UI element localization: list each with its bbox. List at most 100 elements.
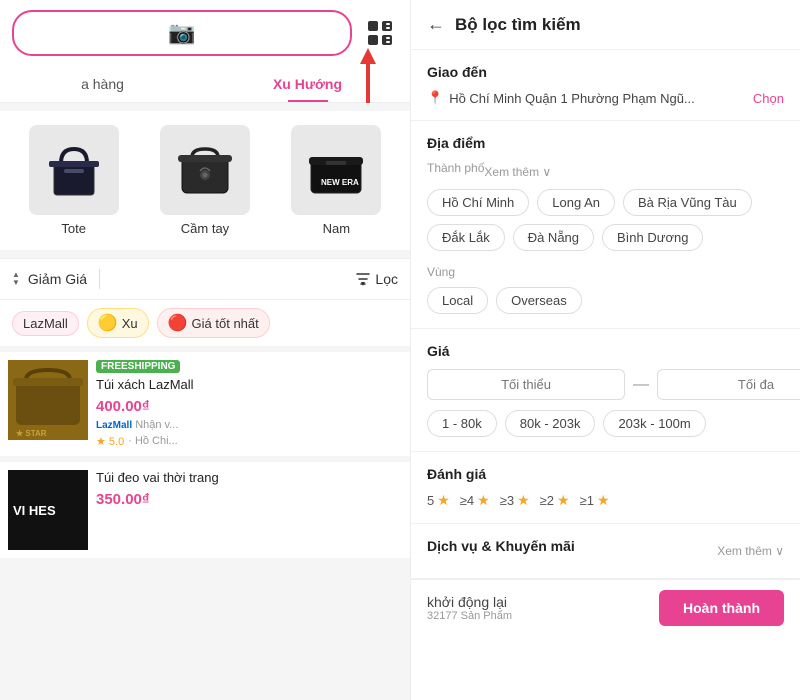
- reset-button[interactable]: khởi động lại: [427, 594, 507, 610]
- chip-overseas[interactable]: Overseas: [496, 287, 582, 314]
- back-arrow-icon[interactable]: ←: [427, 14, 445, 35]
- price-range-row: —: [427, 369, 784, 400]
- search-bar: 📷: [0, 0, 410, 66]
- tag-lazmall[interactable]: LazMall: [12, 311, 79, 336]
- xu-label: Xu: [122, 316, 138, 331]
- tab-trending[interactable]: Xu Hướng: [205, 66, 410, 102]
- product-meta-1: LazMall Nhận v...: [96, 419, 402, 431]
- product-item-1[interactable]: ★ STAR FREESHIPPING Túi xách LazMall 400…: [0, 352, 410, 456]
- product-thumbnail-2: VI HES: [8, 470, 88, 550]
- chip-hcm[interactable]: Hồ Chí Minh: [427, 189, 529, 216]
- xu-icon: 🟡: [98, 313, 118, 333]
- product-info-2: Túi đeo vai thời trang 350.00₫: [96, 470, 402, 550]
- star-4-icon: ★: [477, 492, 490, 509]
- price-icon: 🔴: [168, 313, 188, 333]
- tote-image: [29, 125, 119, 215]
- chip-brvt[interactable]: Bà Rịa Vũng Tàu: [623, 189, 752, 216]
- chip-local[interactable]: Local: [427, 287, 488, 314]
- rating-row: 5 ★ ≥4 ★ ≥3 ★ ≥2 ★ ≥1 ★: [427, 492, 784, 509]
- search-input-box[interactable]: 📷: [12, 10, 352, 56]
- filter-header: ← Bộ lọc tìm kiếm: [411, 0, 800, 50]
- tag-price-best[interactable]: 🔴 Giá tốt nhất: [157, 308, 270, 338]
- done-button[interactable]: Hoàn thành: [659, 590, 784, 626]
- right-panel: ← Bộ lọc tìm kiếm Giao đến 📍 Hồ Chí Minh…: [410, 0, 800, 700]
- star-5-icon: ★: [437, 492, 450, 509]
- svg-text:VI HES: VI HES: [13, 503, 56, 518]
- rating-2[interactable]: ≥2 ★: [540, 492, 570, 509]
- left-panel: 📷 a hàng Xu Hướng: [0, 0, 410, 700]
- tag-xu[interactable]: 🟡 Xu: [87, 308, 149, 338]
- rating-title: Đánh giá: [427, 466, 784, 482]
- location-row: 📍 Hồ Chí Minh Quận 1 Phường Phạm Ngũ... …: [427, 90, 784, 106]
- chip-daklak[interactable]: Đắk Lắk: [427, 224, 505, 251]
- price-dash: —: [633, 376, 649, 394]
- filter-button[interactable]: Lọc: [355, 271, 398, 287]
- nam-label: Nam: [323, 221, 350, 236]
- price-section: Giá — 1 - 80k 80k - 203k 203k - 100m: [411, 329, 800, 452]
- rating-3[interactable]: ≥3 ★: [500, 492, 530, 509]
- filter-bar: ▲ ▼ Giảm Giá Lọc: [0, 258, 410, 300]
- nav-tabs: a hàng Xu Hướng: [0, 66, 410, 103]
- see-more-city[interactable]: Xem thêm ∨: [484, 165, 551, 179]
- product-badges-1: FREESHIPPING: [96, 360, 402, 373]
- rating-section: Đánh giá 5 ★ ≥4 ★ ≥3 ★ ≥2 ★: [411, 452, 800, 524]
- lazada-logo: LazMall: [96, 420, 132, 431]
- price-title: Giá: [427, 343, 784, 359]
- product-price-2: 350.00₫: [96, 491, 402, 508]
- chip-price-2[interactable]: 80k - 203k: [505, 410, 596, 437]
- product-price-1: 400.00₫: [96, 398, 402, 415]
- chip-longan[interactable]: Long An: [537, 189, 615, 216]
- price-label: Giá tốt nhất: [192, 316, 259, 331]
- sort-section[interactable]: ▲ ▼ Giảm Giá: [12, 271, 87, 287]
- category-nam[interactable]: NEW ERA Nam: [271, 125, 402, 236]
- region-title: Địa điểm: [427, 135, 784, 151]
- chip-binhduong[interactable]: Bình Dương: [602, 224, 703, 251]
- rating-5[interactable]: 5 ★: [427, 492, 450, 509]
- rating-1[interactable]: ≥1 ★: [580, 492, 610, 509]
- product-rating-1: ★ 5.0 · Hồ Chi...: [96, 435, 402, 448]
- camtay-image: [160, 125, 250, 215]
- product-list: ★ STAR FREESHIPPING Túi xách LazMall 400…: [0, 352, 410, 564]
- city-sublabel: Thành phố: [427, 161, 484, 175]
- star-1-icon: ★: [597, 492, 610, 509]
- lazmall-label: LazMall: [23, 316, 68, 331]
- see-more-services[interactable]: Xem thêm ∨: [717, 544, 784, 558]
- product-info-1: FREESHIPPING Túi xách LazMall 400.00₫ La…: [96, 360, 402, 448]
- rating-4[interactable]: ≥4 ★: [460, 492, 490, 509]
- filter-divider: [99, 269, 100, 289]
- camera-icon: 📷: [168, 20, 195, 46]
- zone-chips: Local Overseas: [427, 287, 784, 314]
- chip-price-3[interactable]: 203k - 100m: [603, 410, 705, 437]
- chip-price-1[interactable]: 1 - 80k: [427, 410, 497, 437]
- product-thumbnail-1: ★ STAR: [8, 360, 88, 440]
- tote-label: Tote: [61, 221, 86, 236]
- category-camtay[interactable]: Cầm tay: [139, 125, 270, 236]
- freeship-badge: FREESHIPPING: [96, 360, 180, 373]
- filter-icon: [355, 271, 371, 287]
- svg-text:★ STAR: ★ STAR: [16, 429, 47, 438]
- price-max-input[interactable]: [657, 369, 800, 400]
- location-text: Hồ Chí Minh Quận 1 Phường Phạm Ngũ...: [449, 91, 747, 106]
- product-title-2: Túi đeo vai thời trang: [96, 470, 402, 487]
- product-title-1: Túi xách LazMall: [96, 377, 402, 394]
- chon-button[interactable]: Chọn: [753, 91, 784, 106]
- location-pin-icon: 📍: [427, 90, 443, 106]
- product-count: 32177 Sản Phẩm: [427, 610, 512, 622]
- nam-image: NEW ERA: [291, 125, 381, 215]
- star-3-icon: ★: [517, 492, 530, 509]
- sort-arrows-icon: ▲ ▼: [12, 271, 20, 287]
- svg-text:NEW ERA: NEW ERA: [321, 178, 359, 187]
- tab-store[interactable]: a hàng: [0, 66, 205, 102]
- services-section: Dịch vụ & Khuyến mãi Xem thêm ∨: [411, 524, 800, 579]
- services-title: Dịch vụ & Khuyến mãi: [427, 538, 575, 554]
- product-item-2[interactable]: VI HES Túi đeo vai thời trang 350.00₫: [0, 462, 410, 558]
- delivery-title: Giao đến: [427, 64, 784, 80]
- city-chips: Hồ Chí Minh Long An Bà Rịa Vũng Tàu Đắk …: [427, 189, 784, 251]
- category-tote[interactable]: Tote: [8, 125, 139, 236]
- region-section: Địa điểm Thành phố Xem thêm ∨ Hồ Chí Min…: [411, 121, 800, 329]
- tag-row: LazMall 🟡 Xu 🔴 Giá tốt nhất: [0, 300, 410, 346]
- chip-danang[interactable]: Đà Nẵng: [513, 224, 594, 251]
- price-min-input[interactable]: [427, 369, 625, 400]
- categories-grid: Tote Cầm tay: [0, 111, 410, 250]
- grid-icon[interactable]: [362, 15, 398, 51]
